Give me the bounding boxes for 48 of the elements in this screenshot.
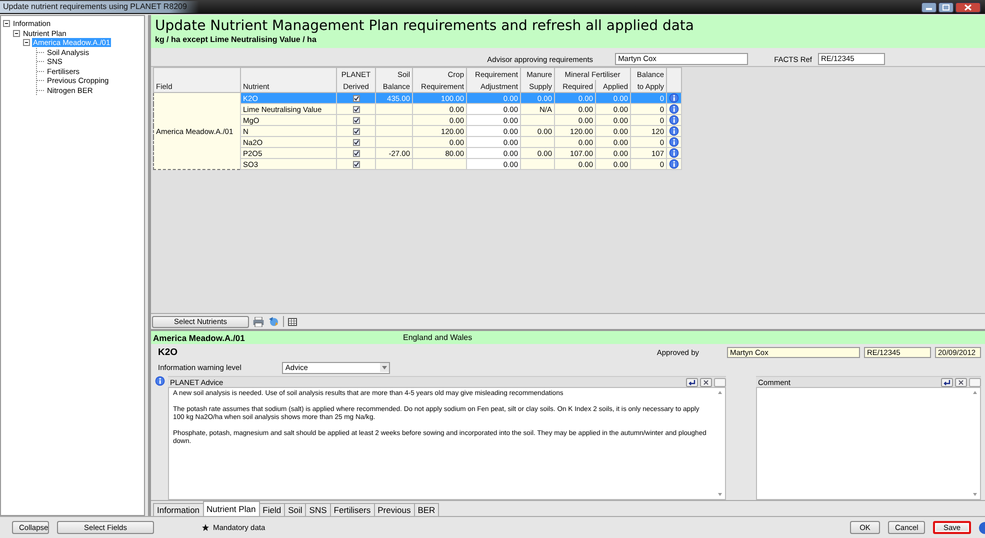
tab[interactable]: Fertilisers	[330, 503, 375, 516]
checkbox[interactable]	[352, 160, 360, 168]
info-icon	[155, 376, 165, 386]
scroll-up-icon	[717, 390, 723, 395]
page-subtitle: kg / ha except Lime Neutralising Value / ha	[155, 35, 318, 44]
info-icon[interactable]	[669, 93, 679, 103]
close-icon[interactable]	[955, 2, 981, 12]
tab[interactable]: Nutrient Plan	[202, 501, 260, 516]
page-title: Update Nutrient Management Plan requirements and refresh all applied data	[155, 18, 695, 34]
grid-icon[interactable]	[288, 318, 297, 326]
scroll-down-icon	[717, 492, 723, 497]
window-title: Update nutrient requirements using PLANET R8209	[0, 1, 199, 13]
tab[interactable]: Information	[153, 503, 204, 516]
info-icon[interactable]	[669, 148, 679, 158]
info-icon[interactable]	[669, 126, 679, 136]
star-icon	[202, 524, 209, 531]
dropdown-arrow-icon	[380, 363, 390, 372]
checkbox[interactable]	[352, 138, 360, 146]
tab[interactable]: BER	[414, 503, 440, 516]
tab[interactable]: SNS	[305, 503, 331, 516]
info-icon[interactable]	[669, 115, 679, 125]
enter-icon[interactable]	[686, 378, 698, 386]
scroll-up-icon	[972, 390, 978, 395]
scroll-down-icon	[972, 492, 978, 497]
checkbox[interactable]	[352, 128, 360, 134]
info-icon[interactable]	[669, 104, 679, 114]
tab[interactable]: Field	[258, 503, 286, 516]
minimize-icon[interactable]	[921, 2, 937, 12]
printer-icon[interactable]	[253, 316, 264, 326]
clear-icon[interactable]	[955, 378, 967, 386]
region-label: England and Wales	[403, 333, 472, 342]
nutrient-name: K2O	[158, 347, 179, 358]
tab[interactable]: Soil	[284, 503, 306, 516]
clear-icon[interactable]	[700, 378, 712, 386]
info-icon[interactable]	[669, 159, 679, 169]
info-icon[interactable]	[669, 137, 679, 147]
tab[interactable]: Previous	[374, 503, 415, 516]
field-name: America Meadow.A./01	[153, 332, 246, 342]
maximize-icon[interactable]	[938, 2, 954, 12]
expander-icon[interactable]	[13, 30, 20, 37]
enter-icon[interactable]	[941, 378, 953, 386]
comment-field[interactable]	[756, 387, 981, 500]
checkbox[interactable]	[352, 106, 360, 112]
checkbox[interactable]	[352, 116, 360, 124]
checkbox[interactable]	[352, 94, 360, 102]
expander-icon[interactable]	[23, 39, 30, 46]
expander-icon[interactable]	[3, 20, 10, 28]
checkbox[interactable]	[352, 150, 360, 156]
